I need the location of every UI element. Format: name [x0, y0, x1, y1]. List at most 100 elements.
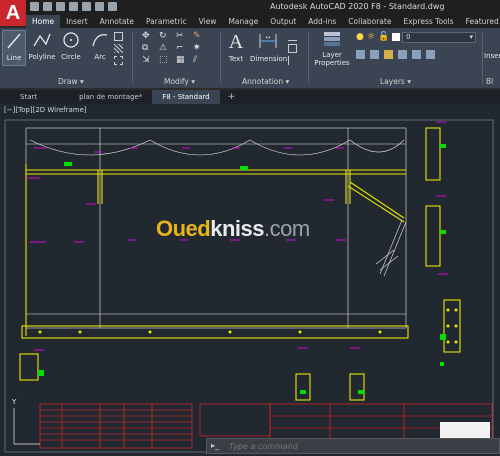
- layer-dropdown-value: 0: [406, 33, 411, 41]
- rotate-icon[interactable]: ↻: [159, 32, 168, 41]
- move-icon[interactable]: ✥: [142, 32, 151, 41]
- tab-home[interactable]: Home: [26, 15, 61, 28]
- arc-icon: [92, 34, 108, 47]
- layer-properties-label: Layer Properties: [314, 51, 350, 67]
- arc-label: Arc: [94, 53, 106, 61]
- command-input[interactable]: [229, 440, 489, 452]
- line-button[interactable]: Line: [2, 30, 26, 66]
- viewport-controls[interactable]: [−][Top][2D Wireframe]: [4, 106, 87, 114]
- drawing-canvas[interactable]: Y [−][Top][2D Wireframe] Ouedkniss.com: [0, 104, 500, 456]
- line-label: Line: [6, 54, 22, 62]
- array-icon[interactable]: ▦: [176, 56, 185, 65]
- command-history-icon[interactable]: ▸_: [211, 441, 219, 450]
- fillet-icon[interactable]: ⌐: [176, 44, 185, 53]
- trim-icon[interactable]: ✂: [176, 32, 185, 41]
- text-label: Text: [228, 55, 244, 63]
- explode-icon[interactable]: ✷: [193, 44, 202, 53]
- undo-icon[interactable]: [95, 2, 104, 11]
- file-tab-plan-de-montage[interactable]: plan de montage*: [47, 90, 152, 104]
- redo-icon[interactable]: [108, 2, 117, 11]
- mirror-icon[interactable]: ⚠: [159, 44, 168, 53]
- layer-tool-icon[interactable]: [356, 50, 365, 59]
- tab-insert[interactable]: Insert: [60, 15, 94, 28]
- mark-icon[interactable]: [288, 56, 297, 65]
- light-bulb-icon[interactable]: ●: [356, 32, 364, 42]
- leader-icon[interactable]: [288, 32, 297, 41]
- rectangle-icon[interactable]: [114, 32, 123, 41]
- block-panel-label[interactable]: Bl: [486, 77, 493, 86]
- circle-button[interactable]: Circle: [58, 30, 84, 61]
- layer-stack-icon: [324, 32, 340, 46]
- new-icon[interactable]: [30, 2, 39, 11]
- draw-panel-label[interactable]: Draw ▾: [58, 77, 84, 86]
- hatch-icon[interactable]: [114, 44, 123, 53]
- tab-annotate[interactable]: Annotate: [94, 15, 140, 28]
- layer-tool-icon[interactable]: [398, 50, 407, 59]
- application-menu-button[interactable]: A: [0, 0, 26, 26]
- section-markers: [38, 144, 446, 394]
- cad-drawing: Y: [4, 119, 494, 453]
- save-as-icon[interactable]: [69, 2, 78, 11]
- title-bar: Autodesk AutoCAD 2020 F8 - Standard.dwg: [0, 0, 500, 15]
- tab-add-ins[interactable]: Add-ins: [302, 15, 342, 28]
- watermark-part3: .com: [264, 216, 310, 241]
- save-icon[interactable]: [56, 2, 65, 11]
- ribbon-panel: Line Polyline Circle Arc Draw ▾ ✥ ↻ ✂ ✎ …: [0, 28, 500, 88]
- polyline-label: Polyline: [28, 53, 56, 61]
- chevron-down-icon: ▾: [469, 33, 473, 41]
- panel-divider: [132, 32, 133, 84]
- quick-access-toolbar[interactable]: [30, 2, 117, 11]
- layer-tool-icon[interactable]: [426, 50, 435, 59]
- sun-icon[interactable]: ☼: [367, 32, 375, 42]
- file-tab-f8-standard[interactable]: F8 - Standard: [152, 90, 220, 104]
- layer-dropdown[interactable]: 0 ▾: [402, 32, 476, 43]
- polyline-button[interactable]: Polyline: [28, 30, 56, 61]
- tab-view[interactable]: View: [193, 15, 223, 28]
- table-icon[interactable]: [288, 44, 297, 53]
- command-line: ▸_: [206, 438, 500, 454]
- circle-icon: [63, 32, 79, 48]
- layers-panel-label[interactable]: Layers ▾: [380, 77, 411, 86]
- layer-properties-button[interactable]: Layer Properties: [312, 30, 352, 67]
- gradient-icon[interactable]: [114, 56, 123, 65]
- layer-state-icons: ● ☼ 🔓: [356, 32, 401, 42]
- plot-icon[interactable]: [82, 2, 91, 11]
- new-tab-button[interactable]: +: [220, 90, 244, 104]
- panel-divider: [308, 32, 309, 84]
- tab-collaborate[interactable]: Collaborate: [342, 15, 397, 28]
- layer-tools: [356, 50, 437, 59]
- insert-button[interactable]: Inser: [484, 52, 500, 60]
- svg-text:↔: ↔: [265, 34, 270, 41]
- tab-manage[interactable]: Manage: [222, 15, 264, 28]
- circle-label: Circle: [61, 53, 81, 61]
- annotation-panel-label[interactable]: Annotation ▾: [242, 77, 289, 86]
- layer-tool-icon[interactable]: [384, 50, 393, 59]
- window-title: Autodesk AutoCAD 2020 F8 - Standard.dwg: [270, 2, 445, 11]
- line-icon: [7, 33, 21, 49]
- unlock-icon[interactable]: 🔓: [378, 32, 389, 42]
- tab-parametric[interactable]: Parametric: [140, 15, 193, 28]
- modify-panel-label[interactable]: Modify ▾: [164, 77, 195, 86]
- tab-output[interactable]: Output: [264, 15, 302, 28]
- watermark: Ouedkniss.com: [156, 216, 310, 242]
- file-tab-start[interactable]: Start: [0, 90, 47, 104]
- polyline-icon: [33, 33, 51, 47]
- dimension-button[interactable]: ↔ Dimension: [250, 30, 287, 63]
- tab-featured-apps[interactable]: Featured Apps: [460, 15, 500, 28]
- erase-icon[interactable]: ✎: [193, 32, 202, 41]
- color-swatch-icon[interactable]: [392, 33, 401, 41]
- copy-icon[interactable]: ⧉: [142, 44, 151, 53]
- open-icon[interactable]: [43, 2, 52, 11]
- panel-divider: [220, 32, 221, 84]
- tab-express-tools[interactable]: Express Tools: [397, 15, 459, 28]
- offset-icon[interactable]: ⫽: [193, 56, 202, 65]
- stretch-icon[interactable]: ⇲: [142, 56, 151, 65]
- file-tab-bar: Start plan de montage* F8 - Standard +: [0, 90, 500, 104]
- layer-tool-icon[interactable]: [370, 50, 379, 59]
- modify-tools: ✥ ↻ ✂ ✎ ⧉ ⚠ ⌐ ✷ ⇲ ⬚ ▦ ⫽: [142, 32, 206, 65]
- svg-text:A: A: [229, 31, 244, 52]
- arc-button[interactable]: Arc: [88, 30, 112, 61]
- layer-tool-icon[interactable]: [412, 50, 421, 59]
- text-button[interactable]: A Text: [226, 30, 246, 63]
- scale-icon[interactable]: ⬚: [159, 56, 168, 65]
